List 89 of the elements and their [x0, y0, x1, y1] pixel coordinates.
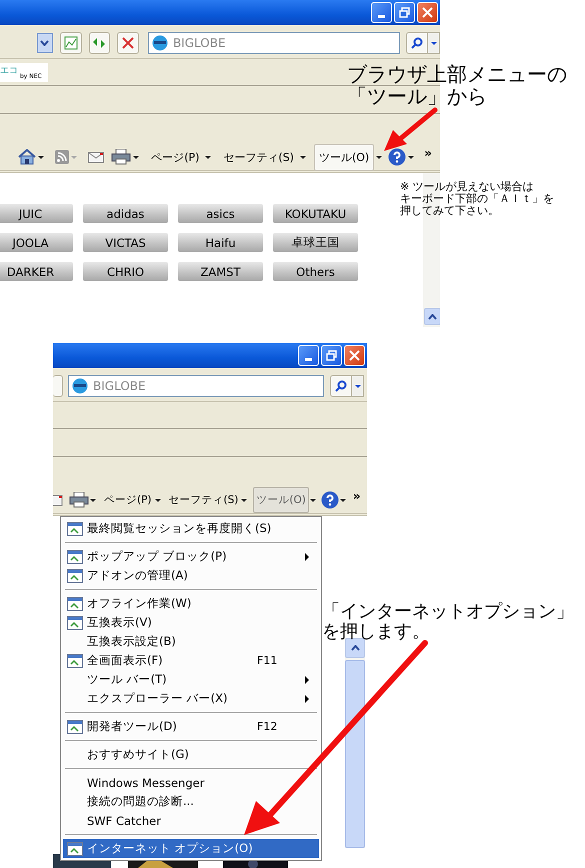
submenu-arrow-icon: [305, 552, 309, 560]
search-icon: [411, 37, 424, 49]
compatibility-button[interactable]: [60, 32, 82, 54]
close-icon: [349, 350, 360, 361]
globe-icon: [152, 35, 168, 51]
window-icon: [67, 720, 83, 734]
scroll-up-button[interactable]: [345, 638, 365, 658]
restore-icon: [326, 350, 337, 361]
chart-icon: [64, 36, 78, 50]
restore-icon: [399, 7, 410, 18]
minimize-button[interactable]: [371, 2, 392, 23]
arrows-icon: [92, 36, 106, 50]
banner-text: エコ: [0, 64, 18, 76]
close-button[interactable]: [344, 345, 365, 366]
search-icon: [335, 380, 347, 392]
menu-item[interactable]: 互換表示(V): [63, 613, 319, 632]
close-button[interactable]: [417, 2, 438, 23]
menu-item[interactable]: ポップアップ ブロック(P): [63, 547, 319, 566]
brand-link-button[interactable]: VICTAS: [83, 233, 168, 252]
mail-icon[interactable]: [53, 494, 63, 506]
menu-item[interactable]: 全画面表示(F) F11: [63, 651, 319, 670]
menu-item[interactable]: インターネット オプション(O): [63, 839, 319, 858]
brand-link-button[interactable]: adidas: [83, 204, 168, 223]
printer-icon[interactable]: [111, 149, 132, 165]
menu-item[interactable]: Windows Messenger: [63, 773, 319, 792]
brand-link-button[interactable]: KOKUTAKU: [273, 204, 358, 223]
menu-item[interactable]: ツール バー(T): [63, 670, 319, 689]
restore-button[interactable]: [321, 345, 342, 366]
toolbar-menu-button[interactable]: ページ(P): [102, 489, 154, 511]
search-button[interactable]: [406, 32, 428, 54]
window-icon: [67, 842, 83, 856]
more-commands-button[interactable]: »: [352, 489, 361, 503]
menu-item[interactable]: 開発者ツール(D) F12: [63, 717, 319, 736]
close-icon: [122, 37, 134, 49]
search-options-button[interactable]: [352, 375, 364, 397]
menu-item[interactable]: 互換表示設定(B): [63, 632, 319, 651]
toolbar-menu-button[interactable]: セーフティ(S): [219, 146, 298, 168]
toolbar-menu-button[interactable]: ツール(O): [253, 487, 309, 513]
brand-link-button[interactable]: JUIC: [0, 204, 73, 223]
menu-item[interactable]: エクスプローラー バー(X): [63, 689, 319, 708]
feed-icon[interactable]: [55, 150, 70, 164]
callout-text: ブラウザ上部メニューの 「ツール」から: [347, 63, 567, 107]
window-icon: [67, 654, 83, 668]
brand-link-button[interactable]: asics: [178, 204, 263, 223]
toolbar-menu-button[interactable]: セーフティ(S): [166, 489, 240, 511]
window-icon: [67, 616, 83, 630]
submenu-arrow-icon: [305, 694, 309, 702]
menu-item[interactable]: おすすめサイト(G): [63, 745, 319, 764]
refresh-button[interactable]: [88, 32, 110, 54]
window-icon: [67, 568, 83, 582]
home-icon[interactable]: [18, 149, 36, 165]
menu-item[interactable]: SWF Catcher: [63, 811, 319, 830]
menu-item[interactable]: オフライン作業(W): [63, 594, 319, 613]
search-options-button[interactable]: [428, 32, 440, 54]
help-icon[interactable]: [388, 148, 406, 166]
window-icon: [67, 596, 83, 610]
mail-icon[interactable]: [88, 152, 104, 162]
toolbar-menu-button[interactable]: ツール(O): [314, 144, 374, 170]
restore-button[interactable]: [394, 2, 415, 23]
minimize-button[interactable]: [298, 345, 319, 366]
brand-link-button[interactable]: ZAMST: [178, 262, 263, 281]
toolbar-menu-button[interactable]: ページ(P): [147, 146, 204, 168]
brand-link-button[interactable]: DARKER: [0, 262, 73, 281]
caret-icon: [428, 314, 437, 320]
window-icon: [67, 522, 83, 536]
brand-link-button[interactable]: 卓球王国: [273, 233, 358, 252]
brand-link-button[interactable]: JOOLA: [0, 233, 73, 252]
search-button[interactable]: [330, 375, 352, 397]
submenu-arrow-icon: [305, 676, 309, 684]
pointer-arrow: [384, 108, 438, 151]
menu-item[interactable]: アドオンの管理(A): [63, 566, 319, 585]
window-icon: [67, 550, 83, 564]
stop-button[interactable]: [117, 32, 139, 54]
printer-icon[interactable]: [69, 492, 89, 508]
dropdown-button[interactable]: [37, 33, 53, 53]
menu-item[interactable]: 最終閲覧セッションを再度開く(S): [63, 519, 319, 538]
callout-text: 「インターネットオプション」 を押します。: [322, 602, 574, 642]
scroll-up-button[interactable]: [424, 308, 440, 325]
brand-link-button[interactable]: CHRIO: [83, 262, 168, 281]
menu-item[interactable]: 接続の問題の診断...: [63, 792, 319, 811]
caret-icon: [350, 645, 360, 651]
help-icon[interactable]: [320, 491, 339, 509]
more-commands-button[interactable]: »: [424, 146, 432, 160]
globe-icon: [72, 378, 88, 394]
note-text: ※ ツールが見えない場合は キーボード下部の「Ａｌｔ」を 押してみて下さい。: [400, 181, 554, 217]
close-icon: [422, 7, 433, 18]
caret-icon: [40, 40, 50, 46]
brand-link-button[interactable]: Haifu: [178, 233, 263, 252]
brand-link-button[interactable]: Others: [273, 262, 358, 281]
